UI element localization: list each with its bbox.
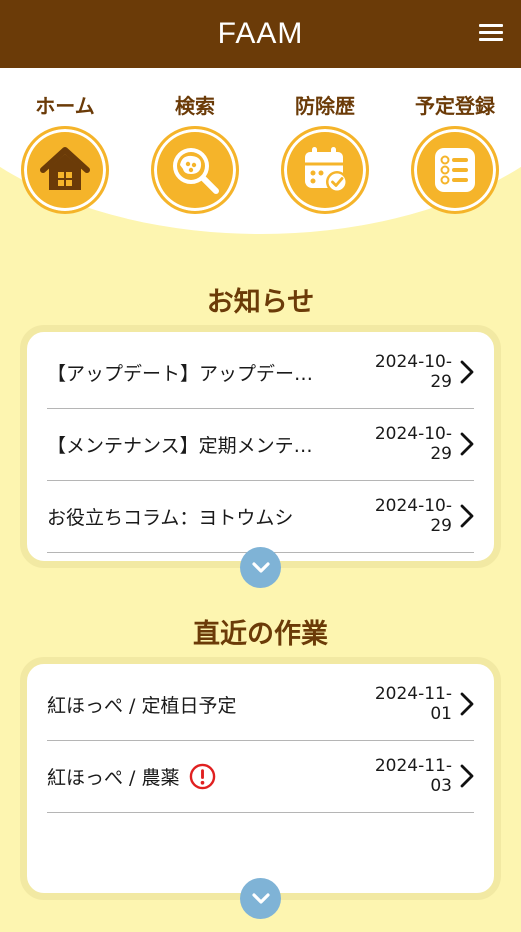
- calendar-check-icon: [281, 126, 369, 214]
- task-row[interactable]: 紅ほっぺ / 農薬 2024-11-03: [47, 740, 474, 813]
- main-nav: ホーム 検索 防除歴 予定登録: [0, 68, 521, 228]
- nav-label-home: ホーム: [35, 94, 95, 118]
- nav-label-search: 検索: [175, 94, 215, 118]
- task-row[interactable]: 紅ほっぺ / 定植日予定 2024-11-01: [47, 668, 474, 741]
- notice-date: 2024-10-29: [374, 352, 452, 392]
- checklist-icon: [411, 126, 499, 214]
- chevron-right-icon: [452, 432, 474, 456]
- nav-item-home[interactable]: ホーム: [0, 68, 130, 214]
- notices-expand-button[interactable]: [240, 547, 281, 588]
- bug-search-icon: [151, 126, 239, 214]
- notices-title: お知らせ: [206, 287, 315, 318]
- notice-title: 【アップデート】アップデー…: [47, 362, 314, 385]
- nav-label-schedule-register: 予定登録: [415, 94, 495, 118]
- task-date: 2024-11-01: [374, 684, 452, 724]
- notice-date: 2024-10-29: [374, 424, 452, 464]
- chevron-right-icon: [452, 692, 474, 716]
- task-title: 紅ほっぺ / 定植日予定: [47, 694, 237, 717]
- chevron-right-icon: [452, 360, 474, 384]
- notice-row[interactable]: 【アップデート】アップデー… 2024-10-29: [47, 336, 474, 409]
- app-logo: FAAM: [217, 17, 304, 50]
- notice-date: 2024-10-29: [374, 496, 452, 536]
- notice-row[interactable]: 【メンテナンス】定期メンテ… 2024-10-29: [47, 408, 474, 481]
- notices-card: 【アップデート】アップデー… 2024-10-29 【メンテナンス】定期メンテ……: [20, 325, 501, 568]
- task-date: 2024-11-03: [374, 756, 452, 796]
- nav-item-search[interactable]: 検索: [130, 68, 260, 214]
- task-title: 紅ほっぺ / 農薬: [47, 766, 180, 789]
- notice-title: 【メンテナンス】定期メンテ…: [47, 434, 313, 457]
- tasks-card: 紅ほっぺ / 定植日予定 2024-11-01 紅ほっぺ / 農薬 2024-1…: [20, 657, 501, 900]
- chevron-right-icon: [452, 764, 474, 788]
- app-header: FAAM: [0, 0, 521, 68]
- chevron-down-icon: [251, 561, 270, 573]
- tasks-expand-button[interactable]: [240, 878, 281, 919]
- chevron-down-icon: [251, 892, 270, 904]
- nav-label-spray-history: 防除歴: [295, 94, 355, 118]
- warning-icon: [190, 763, 216, 789]
- nav-item-schedule-register[interactable]: 予定登録: [390, 68, 520, 214]
- hamburger-menu-icon[interactable]: [479, 24, 503, 44]
- nav-item-spray-history[interactable]: 防除歴: [260, 68, 390, 214]
- notice-title: お役立ちコラム：ヨトウムシ: [47, 506, 294, 529]
- chevron-right-icon: [452, 504, 474, 528]
- tasks-title: 直近の作業: [193, 619, 328, 650]
- notice-row[interactable]: お役立ちコラム：ヨトウムシ 2024-10-29: [47, 480, 474, 553]
- house-icon: [21, 126, 109, 214]
